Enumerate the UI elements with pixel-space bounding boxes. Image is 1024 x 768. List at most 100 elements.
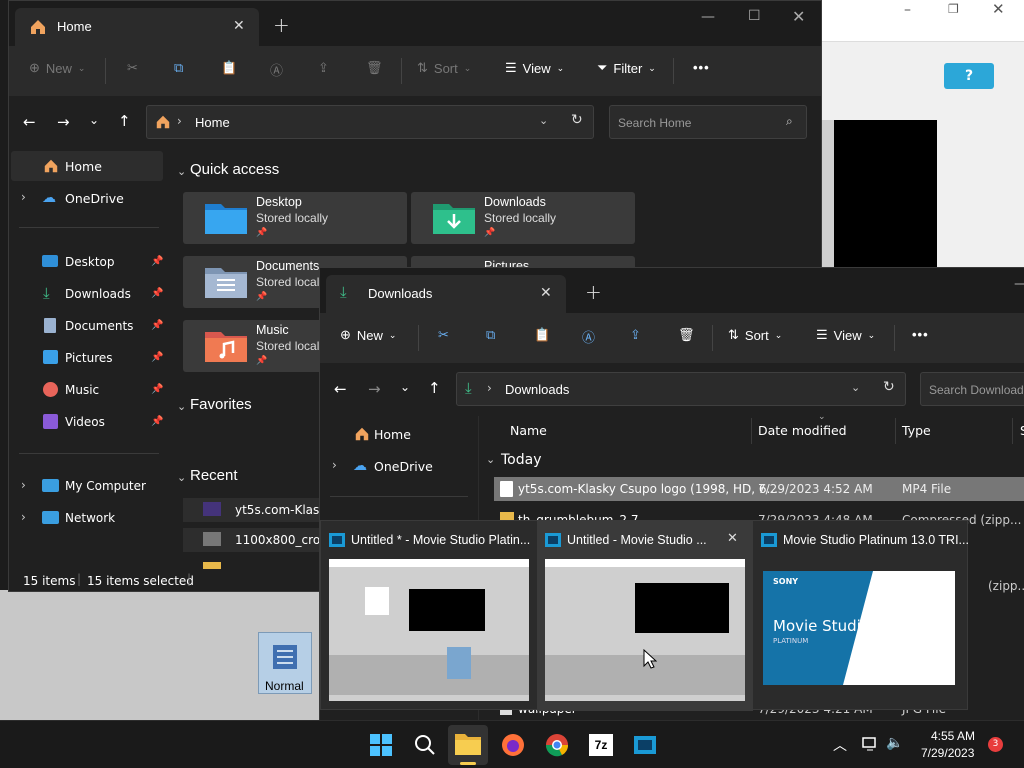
- movie-studio-icon[interactable]: [630, 730, 660, 760]
- notification-badge[interactable]: 3: [988, 737, 1003, 752]
- chevron-down-icon[interactable]: ⌄: [177, 471, 186, 484]
- column-divider[interactable]: [751, 418, 752, 444]
- network-tray-icon[interactable]: [862, 736, 880, 752]
- sidebar-item-home[interactable]: Home: [322, 418, 474, 448]
- volume-icon[interactable]: 🔈: [886, 734, 903, 751]
- sidebar-item-onedrive[interactable]: › ☁ OneDrive: [11, 183, 163, 213]
- tab-close-icon[interactable]: ✕: [233, 18, 245, 34]
- minimize-icon[interactable]: –: [904, 2, 911, 18]
- chevron-right-icon[interactable]: ›: [332, 458, 337, 472]
- sidebar-item-music[interactable]: Music 📌: [11, 375, 163, 405]
- close-icon[interactable]: ✕: [992, 0, 1005, 18]
- back-icon[interactable]: ←: [23, 113, 36, 131]
- restore-icon[interactable]: ❐: [948, 2, 959, 16]
- sidebar-item-downloads[interactable]: ⤓ Downloads 📌: [11, 279, 163, 309]
- address-bar[interactable]: › Home ⌄ ↻: [146, 105, 594, 139]
- quick-access-downloads[interactable]: Downloads Stored locally 📌: [411, 192, 635, 244]
- column-divider[interactable]: [895, 418, 896, 444]
- normal-mode-button[interactable]: Normal: [258, 632, 312, 694]
- clock-time[interactable]: 4:55 AM: [931, 729, 975, 743]
- cut-icon[interactable]: ✂: [438, 327, 449, 343]
- column-divider[interactable]: [1012, 418, 1013, 444]
- forward-icon[interactable]: →: [368, 380, 381, 398]
- close-icon[interactable]: ✕: [792, 7, 805, 26]
- minimize-icon[interactable]: —: [701, 9, 715, 25]
- chevron-down-icon[interactable]: ⌄: [851, 381, 860, 394]
- sort-button[interactable]: ⇅ Sort ⌄: [728, 327, 782, 343]
- address-bar[interactable]: ⤓ › Downloads ⌄ ↻: [456, 372, 906, 406]
- chevron-right-icon[interactable]: ›: [21, 510, 26, 524]
- up-icon[interactable]: ↑: [118, 112, 131, 130]
- paste-icon[interactable]: 📋: [221, 60, 237, 76]
- sidebar-item-my-computer[interactable]: › My Computer: [11, 471, 163, 501]
- sidebar-item-pictures[interactable]: Pictures 📌: [11, 343, 163, 373]
- tab-downloads[interactable]: ⤓ Downloads ✕: [326, 275, 566, 313]
- chevron-down-icon[interactable]: ⌄: [177, 165, 186, 178]
- chevron-up-icon[interactable]: ︿: [833, 735, 847, 755]
- forward-icon[interactable]: →: [57, 113, 70, 131]
- paste-icon[interactable]: 📋: [534, 327, 550, 343]
- column-header-type[interactable]: Type: [902, 423, 931, 438]
- clock-date[interactable]: 7/29/2023: [921, 746, 974, 760]
- 7zip-icon[interactable]: 7z: [586, 730, 616, 760]
- more-options-icon[interactable]: •••: [693, 60, 710, 75]
- windows-start-icon[interactable]: [366, 730, 396, 760]
- thumbnail-window-1[interactable]: Untitled * - Movie Studio Platin...: [321, 521, 537, 711]
- recent-locations-icon[interactable]: ⌄: [400, 380, 410, 394]
- new-tab-icon[interactable]: +: [273, 13, 290, 37]
- quick-access-desktop[interactable]: Desktop Stored locally 📌: [183, 192, 407, 244]
- back-icon[interactable]: ←: [334, 380, 347, 398]
- copy-icon[interactable]: ⧉: [486, 327, 495, 343]
- file-row-selected[interactable]: yt5s.com-Klasky Csupo logo (1998, HD, 6.…: [494, 477, 1024, 501]
- new-tab-icon[interactable]: +: [585, 280, 602, 304]
- column-header-size[interactable]: S: [1020, 423, 1024, 438]
- sidebar-item-videos[interactable]: Videos 📌: [11, 407, 163, 437]
- column-header-date[interactable]: Date modified: [758, 423, 847, 438]
- recent-item[interactable]: 1100x800_cropp: [183, 528, 335, 552]
- rename-icon[interactable]: Ⓐ: [270, 60, 283, 79]
- sidebar-item-network[interactable]: › Network: [11, 503, 163, 533]
- thumbnail-window-2[interactable]: Untitled - Movie Studio ... ✕: [537, 521, 753, 711]
- minimize-icon[interactable]: —: [1014, 276, 1024, 292]
- firefox-icon[interactable]: [498, 730, 528, 760]
- chevron-down-icon[interactable]: ⌄: [177, 400, 186, 413]
- cut-icon[interactable]: ✂: [127, 60, 138, 76]
- help-button[interactable]: ?: [944, 63, 994, 89]
- share-icon[interactable]: ⇪: [630, 327, 641, 343]
- delete-icon[interactable]: 🗑: [678, 327, 695, 343]
- chevron-down-icon[interactable]: ⌄: [486, 453, 495, 466]
- thumbnail-close-icon[interactable]: ✕: [727, 531, 738, 546]
- rename-icon[interactable]: Ⓐ: [582, 327, 595, 346]
- tab-home[interactable]: Home ✕: [15, 8, 259, 46]
- chevron-right-icon[interactable]: ›: [21, 478, 26, 492]
- delete-icon[interactable]: 🗑: [366, 60, 383, 76]
- new-button[interactable]: ⊕ New ⌄: [340, 327, 396, 343]
- filter-button[interactable]: ⏷ Filter ⌄: [597, 60, 656, 76]
- search-icon[interactable]: [410, 730, 440, 760]
- search-input[interactable]: Search Home ⌕: [609, 105, 807, 139]
- copy-icon[interactable]: ⧉: [174, 60, 183, 76]
- column-header-name[interactable]: Name: [510, 423, 547, 438]
- maximize-icon[interactable]: ☐: [748, 8, 761, 24]
- new-button[interactable]: ⊕ New ⌄: [29, 60, 85, 76]
- sidebar-item-home[interactable]: Home: [11, 151, 163, 181]
- sidebar-item-documents[interactable]: Documents 📌: [11, 311, 163, 341]
- up-icon[interactable]: ↑: [428, 379, 441, 397]
- chrome-icon[interactable]: [542, 730, 572, 760]
- tab-close-icon[interactable]: ✕: [540, 285, 552, 301]
- refresh-icon[interactable]: ↻: [883, 379, 895, 395]
- sidebar-item-onedrive[interactable]: › ☁ OneDrive: [322, 450, 474, 480]
- share-icon[interactable]: ⇪: [318, 60, 329, 76]
- sort-button[interactable]: ⇅ Sort ⌄: [417, 60, 471, 76]
- recent-locations-icon[interactable]: ⌄: [89, 113, 99, 127]
- chevron-right-icon[interactable]: ›: [21, 190, 26, 204]
- view-button[interactable]: ☰ View ⌄: [816, 327, 875, 343]
- recent-item[interactable]: yt5s.com-Klasky: [183, 498, 333, 522]
- refresh-icon[interactable]: ↻: [571, 112, 583, 128]
- file-explorer-button[interactable]: [448, 725, 488, 765]
- sidebar-item-desktop[interactable]: Desktop 📌: [11, 247, 163, 277]
- chevron-down-icon[interactable]: ⌄: [539, 114, 548, 127]
- more-options-icon[interactable]: •••: [912, 327, 929, 342]
- view-button[interactable]: ☰ View ⌄: [505, 60, 564, 76]
- thumbnail-window-3[interactable]: Movie Studio Platinum 13.0 TRI... SONY M…: [753, 521, 969, 711]
